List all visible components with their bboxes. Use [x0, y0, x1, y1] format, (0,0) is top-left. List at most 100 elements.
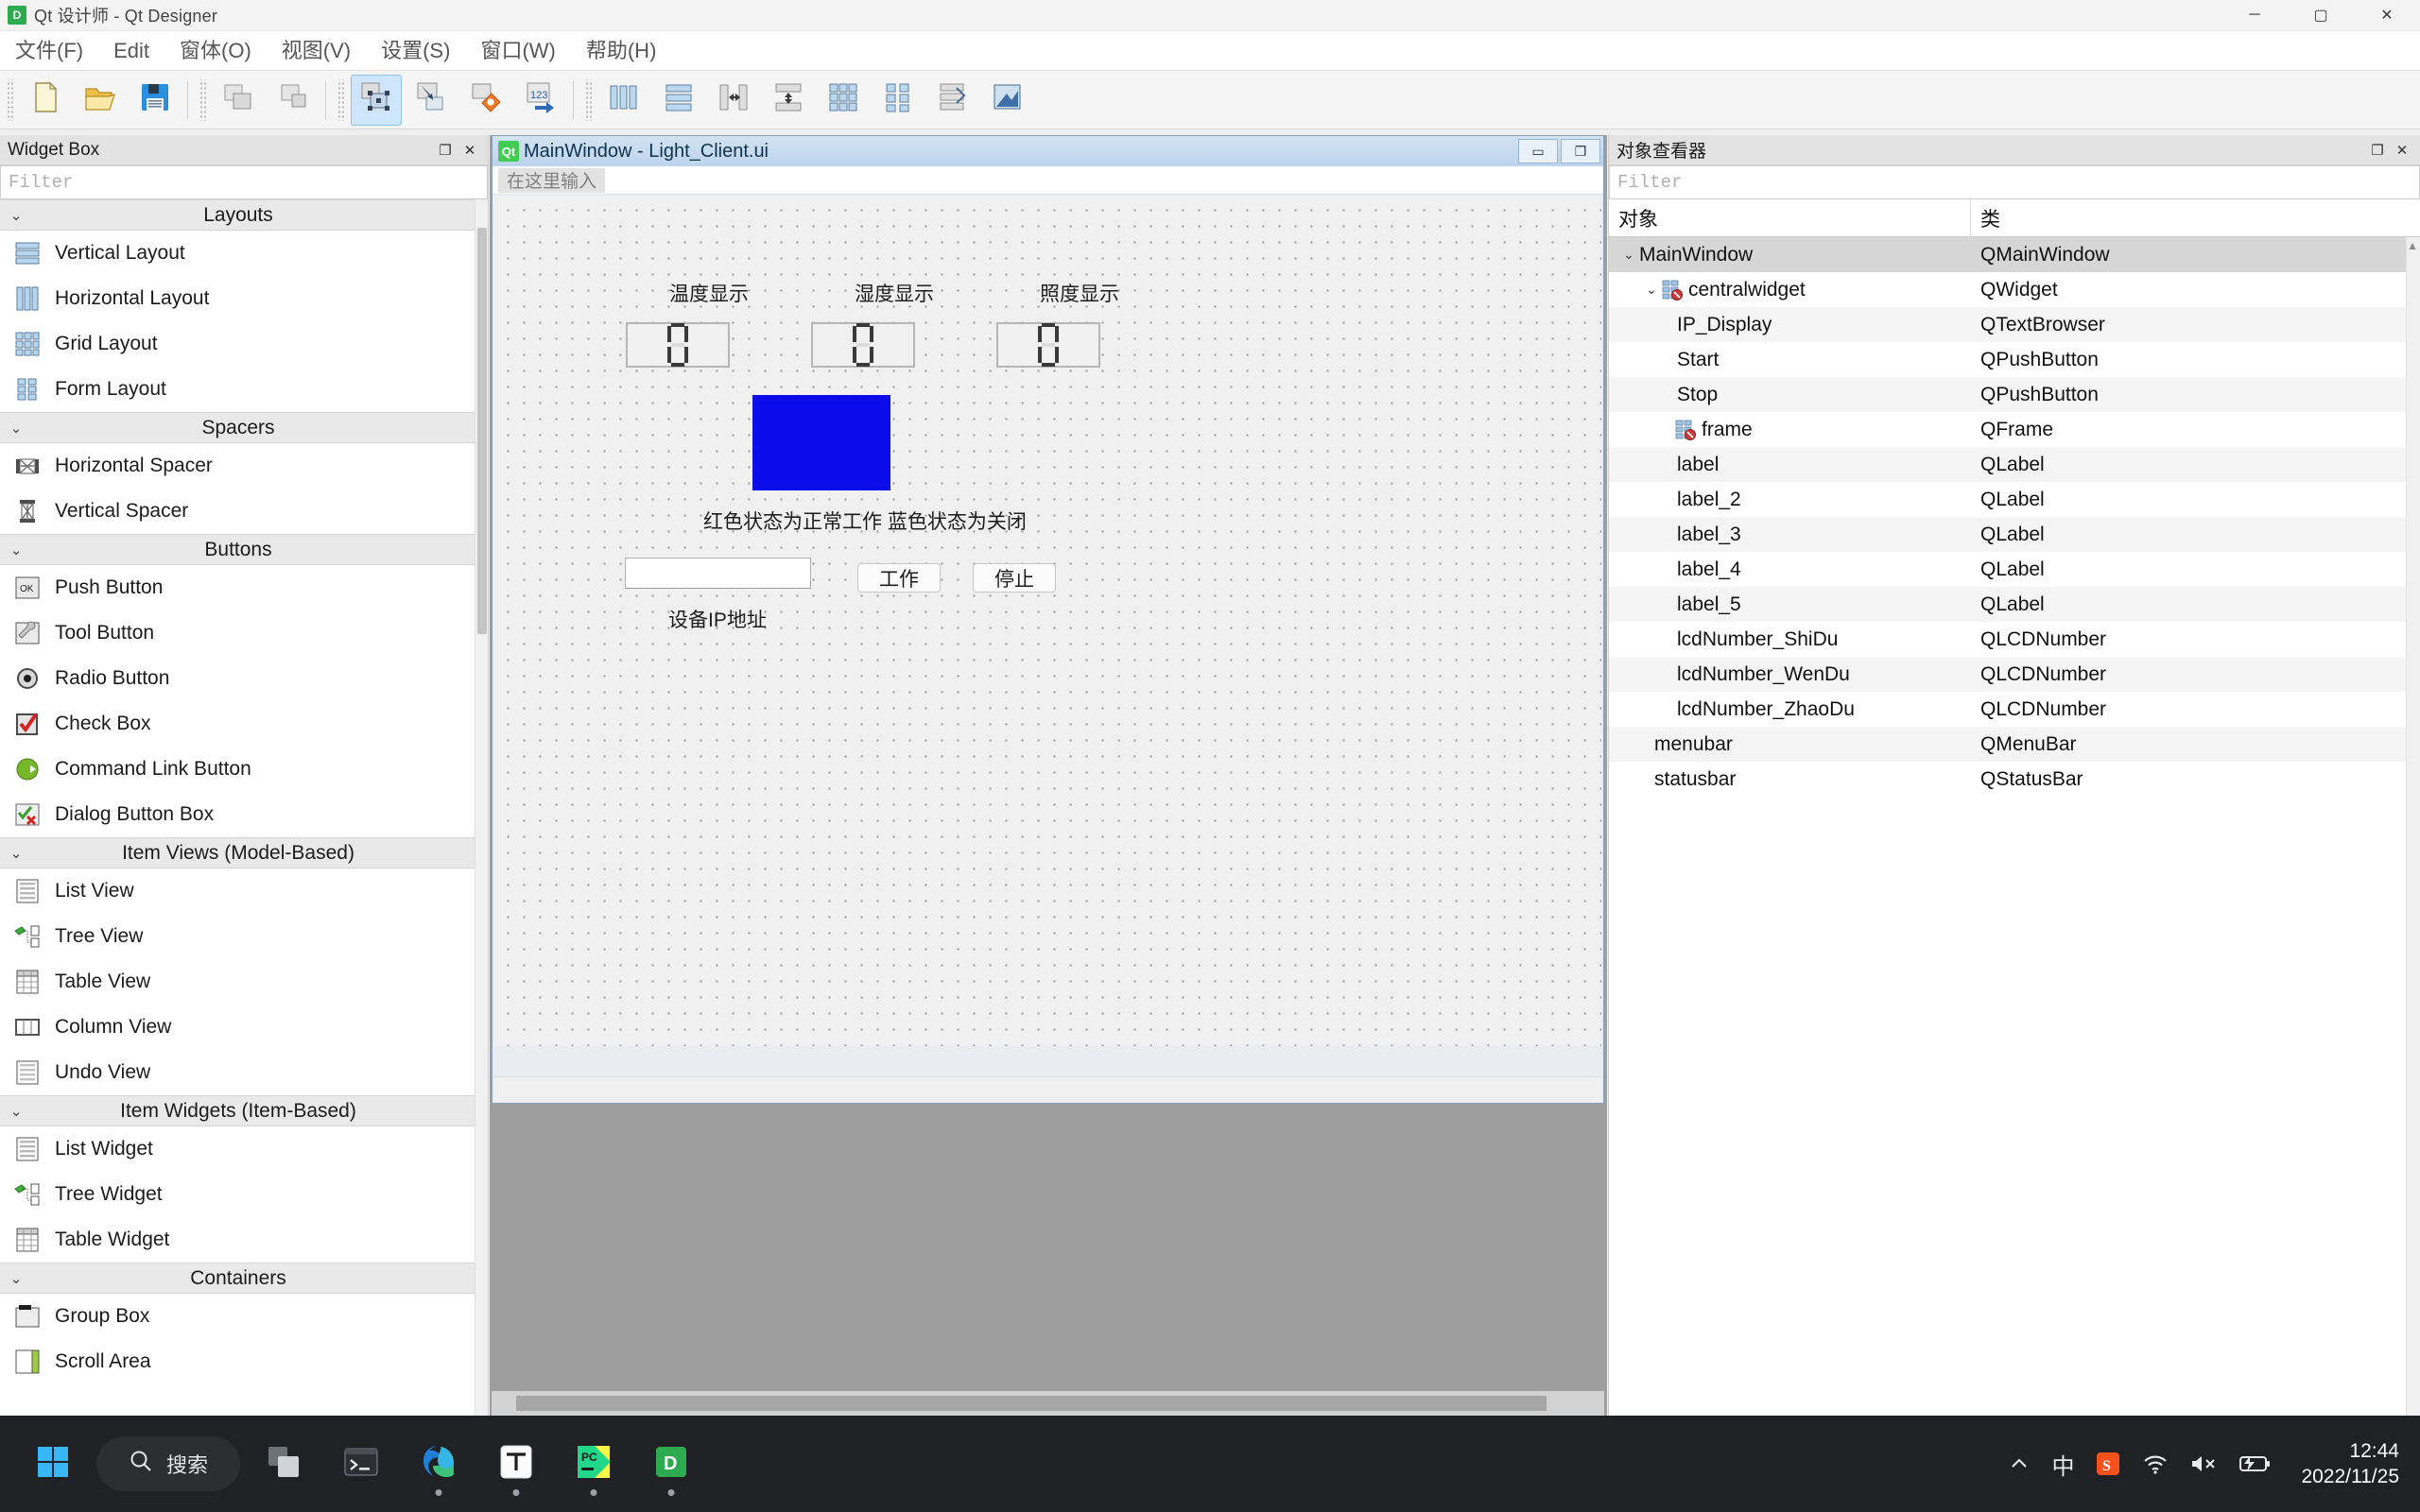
- tree-row-frame[interactable]: frame QFrame: [1609, 412, 2420, 447]
- widget-box-scrollbar[interactable]: [475, 199, 488, 1416]
- form-restore-button[interactable]: ❐: [1561, 139, 1600, 163]
- battery-charging-icon[interactable]: [2238, 1453, 2271, 1474]
- start-button[interactable]: 工作: [857, 563, 941, 593]
- object-inspector-close-button[interactable]: ✕: [2392, 140, 2412, 161]
- widget-item-undo-view[interactable]: Undo View: [0, 1050, 488, 1095]
- widget-item-check-box[interactable]: Check Box: [0, 701, 488, 747]
- form-minimize-button[interactable]: ▭: [1518, 139, 1558, 163]
- menu-view[interactable]: 视图(V): [267, 31, 366, 71]
- widget-item-table-widget[interactable]: Table Widget: [0, 1217, 488, 1263]
- tree-row-label-4[interactable]: label_4 QLabel: [1609, 552, 2420, 587]
- object-inspector-tree[interactable]: ⌄ MainWindow QMainWindow ⌄ centralwidget…: [1609, 237, 2420, 1416]
- sogou-input-icon[interactable]: S: [2095, 1451, 2121, 1477]
- menu-edit[interactable]: Edit: [98, 31, 164, 71]
- tree-row-centralwidget[interactable]: ⌄ centralwidget QWidget: [1609, 272, 2420, 307]
- edit-signals-slots-button[interactable]: [406, 75, 457, 126]
- toolbar-grip-layout[interactable]: [584, 78, 593, 121]
- tree-row-start[interactable]: Start QPushButton: [1609, 342, 2420, 377]
- tree-row-lcdnumber-zhaodu[interactable]: lcdNumber_ZhaoDu QLCDNumber: [1609, 692, 2420, 727]
- widget-item-tree-view[interactable]: Tree View: [0, 914, 488, 959]
- widget-box-close-button[interactable]: ✕: [459, 140, 480, 161]
- save-form-button[interactable]: [130, 75, 181, 126]
- label-wendu[interactable]: 温度显示: [669, 279, 749, 307]
- tree-row-label-3[interactable]: label_3 QLabel: [1609, 517, 2420, 552]
- layout-form-button[interactable]: [873, 75, 924, 126]
- microsoft-edge-button[interactable]: [405, 1430, 473, 1498]
- menu-settings[interactable]: 设置(S): [366, 31, 465, 71]
- widget-item-command-link-button[interactable]: Command Link Button: [0, 747, 488, 792]
- layout-grid-button[interactable]: [818, 75, 869, 126]
- terminal-button[interactable]: [327, 1430, 395, 1498]
- IP_Display[interactable]: [625, 558, 811, 589]
- widget-item-horizontal-layout[interactable]: Horizontal Layout: [0, 276, 488, 321]
- widget-box-group-item-views[interactable]: ⌄ Item Views (Model-Based): [0, 837, 488, 868]
- widget-item-grid-layout[interactable]: Grid Layout: [0, 321, 488, 367]
- widget-box-group-spacers[interactable]: ⌄ Spacers: [0, 412, 488, 443]
- menu-file[interactable]: 文件(F): [0, 31, 98, 71]
- adjust-size-button[interactable]: [982, 75, 1033, 126]
- widget-box-group-buttons[interactable]: ⌄ Buttons: [0, 534, 488, 565]
- toolbar-grip-mode[interactable]: [337, 78, 345, 121]
- widget-item-list-view[interactable]: List View: [0, 868, 488, 914]
- tree-row-lcdnumber-shidu[interactable]: lcdNumber_ShiDu QLCDNumber: [1609, 622, 2420, 657]
- typora-button[interactable]: [482, 1430, 550, 1498]
- widget-item-scroll-area[interactable]: Scroll Area: [0, 1339, 488, 1384]
- windows-start-button[interactable]: [19, 1430, 87, 1498]
- mdi-horizontal-scrollbar-thumb[interactable]: [516, 1396, 1547, 1411]
- widget-box-float-button[interactable]: ❐: [435, 140, 456, 161]
- tree-row-mainwindow[interactable]: ⌄ MainWindow QMainWindow: [1609, 237, 2420, 272]
- label-status-legend[interactable]: 红色状态为正常工作 蓝色状态为关闭: [703, 507, 1027, 535]
- object-inspector-filter-input[interactable]: Filter: [1609, 165, 2420, 199]
- form-menu-placeholder[interactable]: 在这里输入: [498, 167, 606, 193]
- widget-item-vertical-layout[interactable]: Vertical Layout: [0, 231, 488, 276]
- widget-box-scrollbar-thumb[interactable]: [477, 228, 487, 634]
- toolbar-grip-file[interactable]: [6, 78, 14, 121]
- widget-item-form-layout[interactable]: Form Layout: [0, 367, 488, 412]
- widget-item-tool-button[interactable]: Tool Button: [0, 610, 488, 656]
- widget-box-group-item-widgets[interactable]: ⌄ Item Widgets (Item-Based): [0, 1095, 488, 1126]
- form-menu-bar[interactable]: 在这里输入: [493, 166, 1603, 195]
- show-hidden-icons-icon[interactable]: [2008, 1452, 2031, 1475]
- close-button[interactable]: ✕: [2354, 0, 2420, 31]
- edit-buddies-button[interactable]: [460, 75, 511, 126]
- qt-designer-button[interactable]: D: [637, 1430, 705, 1498]
- stop-button[interactable]: 停止: [973, 563, 1056, 593]
- menu-form[interactable]: 窗体(O): [164, 31, 267, 71]
- taskbar-search-button[interactable]: 搜索: [96, 1436, 241, 1491]
- widget-item-table-view[interactable]: Table View: [0, 959, 488, 1005]
- edit-tab-order-button[interactable]: 123: [515, 75, 566, 126]
- tree-row-stop[interactable]: Stop QPushButton: [1609, 377, 2420, 412]
- menu-window[interactable]: 窗口(W): [465, 31, 570, 71]
- open-form-button[interactable]: [75, 75, 126, 126]
- toolbar-grip-edit[interactable]: [199, 78, 207, 121]
- widget-item-vertical-spacer[interactable]: Vertical Spacer: [0, 489, 488, 534]
- label-ip-address[interactable]: 设备IP地址: [668, 605, 767, 633]
- widget-item-radio-button[interactable]: Radio Button: [0, 656, 488, 701]
- pycharm-button[interactable]: PC: [560, 1430, 628, 1498]
- widget-item-tree-widget[interactable]: Tree Widget: [0, 1172, 488, 1217]
- widget-box-filter-input[interactable]: Filter: [0, 165, 488, 199]
- widget-item-column-view[interactable]: Column View: [0, 1005, 488, 1050]
- object-inspector-scrollbar[interactable]: ▲: [2406, 237, 2420, 1416]
- form-canvas[interactable]: 温度显示 湿度显示 照度显示 红色状态为正常工作 蓝色状态为关闭 工作 停止 设…: [493, 196, 1601, 1046]
- redo-button[interactable]: [268, 75, 319, 126]
- layout-vertically-button[interactable]: [653, 75, 704, 126]
- minimize-button[interactable]: ─: [2221, 0, 2288, 31]
- layout-horizontally-button[interactable]: [598, 75, 649, 126]
- undo-button[interactable]: [213, 75, 264, 126]
- break-layout-button[interactable]: [927, 75, 978, 126]
- tree-row-label-2[interactable]: label_2 QLabel: [1609, 482, 2420, 517]
- tree-row-menubar[interactable]: menubar QMenuBar: [1609, 727, 2420, 762]
- chevron-down-icon[interactable]: ⌄: [1641, 282, 1662, 298]
- wifi-icon[interactable]: [2142, 1452, 2169, 1475]
- form-window-title-bar[interactable]: Qt MainWindow - Light_Client.ui ▭ ❐: [493, 136, 1603, 166]
- column-header-class[interactable]: 类: [1971, 199, 2000, 237]
- status-frame[interactable]: [752, 395, 890, 490]
- layout-splitter-vertical-button[interactable]: [763, 75, 814, 126]
- widget-item-horizontal-spacer[interactable]: Horizontal Spacer: [0, 443, 488, 489]
- lcdNumber_ZhaoDu[interactable]: [996, 322, 1100, 368]
- tree-row-statusbar[interactable]: statusbar QStatusBar: [1609, 762, 2420, 797]
- menu-help[interactable]: 帮助(H): [571, 31, 672, 71]
- widget-item-dialog-button-box[interactable]: Dialog Button Box: [0, 792, 488, 837]
- tree-row-ip-display[interactable]: IP_Display QTextBrowser: [1609, 307, 2420, 342]
